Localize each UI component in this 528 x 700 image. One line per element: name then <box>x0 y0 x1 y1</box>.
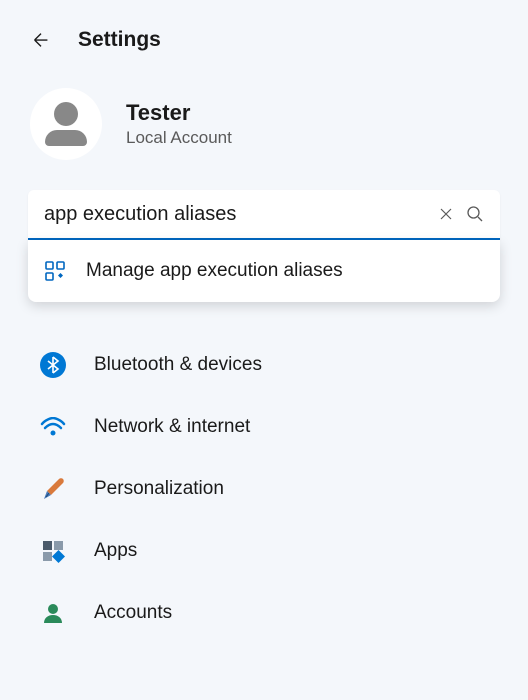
suggestion-label: Manage app execution aliases <box>86 260 343 282</box>
profile-type: Local Account <box>126 128 232 148</box>
search-container: Manage app execution aliases <box>28 190 500 240</box>
nav-label: Apps <box>94 540 137 562</box>
bluetooth-icon <box>40 352 66 378</box>
search-suggestions: Manage app execution aliases <box>28 240 500 302</box>
page-title: Settings <box>78 28 161 52</box>
paintbrush-icon <box>40 476 66 502</box>
nav-label: Bluetooth & devices <box>94 354 262 376</box>
profile-section: Tester Local Account <box>0 72 528 190</box>
header: Settings <box>0 0 528 72</box>
nav-item-network[interactable]: Network & internet <box>28 396 500 458</box>
person-icon <box>40 600 66 626</box>
nav-label: Accounts <box>94 602 172 624</box>
apps-icon <box>40 538 66 564</box>
apps-icon <box>44 260 66 282</box>
nav-item-accounts[interactable]: Accounts <box>28 582 500 644</box>
search-icon[interactable] <box>466 205 484 223</box>
suggestion-manage-app-execution-aliases[interactable]: Manage app execution aliases <box>44 260 484 282</box>
avatar-icon <box>45 130 87 146</box>
nav-item-apps[interactable]: Apps <box>28 520 500 582</box>
nav-list: Bluetooth & devices Network & internet P… <box>0 334 528 644</box>
clear-icon[interactable] <box>438 206 454 222</box>
nav-item-personalization[interactable]: Personalization <box>28 458 500 520</box>
profile-info: Tester Local Account <box>126 100 232 148</box>
back-button[interactable] <box>30 29 52 51</box>
search-box[interactable] <box>28 190 500 240</box>
nav-label: Personalization <box>94 478 224 500</box>
avatar-icon <box>54 102 78 126</box>
profile-name: Tester <box>126 100 232 126</box>
wifi-icon <box>40 414 66 440</box>
search-input[interactable] <box>44 203 426 226</box>
avatar[interactable] <box>30 88 102 160</box>
nav-label: Network & internet <box>94 416 250 438</box>
nav-item-bluetooth[interactable]: Bluetooth & devices <box>28 334 500 396</box>
